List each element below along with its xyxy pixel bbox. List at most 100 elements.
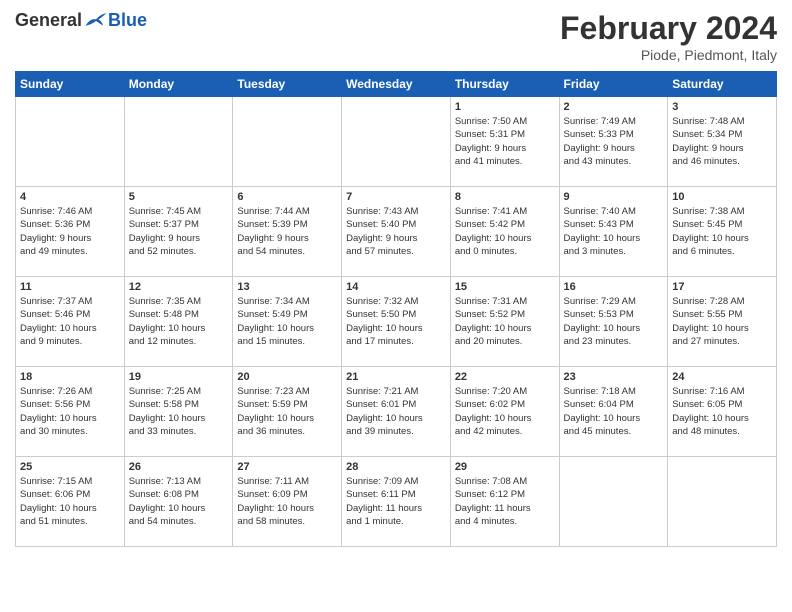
column-header-saturday: Saturday	[668, 72, 777, 97]
calendar-week-row: 4Sunrise: 7:46 AM Sunset: 5:36 PM Daylig…	[16, 187, 777, 277]
calendar-cell: 28 Sunrise: 7:09 AM Sunset: 6:11 PM Dayli…	[342, 457, 451, 547]
day-info: Sunrise: 7:50 AM Sunset: 5:31 PM Dayligh…	[455, 115, 555, 168]
day-info: Sunrise: 7:41 AM Sunset: 5:42 PM Dayligh…	[455, 205, 555, 258]
day-info: Sunrise: 7:23 AM Sunset: 5:59 PM Dayligh…	[237, 385, 337, 438]
day-number: 26	[129, 461, 229, 473]
calendar-cell: 2 Sunrise: 7:49 AM Sunset: 5:33 PM Daylig…	[559, 97, 668, 187]
calendar-cell: 26 Sunrise: 7:13 AM Sunset: 6:08 PM Dayli…	[124, 457, 233, 547]
day-number: 10	[672, 191, 772, 203]
calendar-cell	[559, 457, 668, 547]
day-info: Sunrise: 7:49 AM Sunset: 5:33 PM Dayligh…	[564, 115, 664, 168]
calendar-week-row: 25Sunrise: 7:15 AM Sunset: 6:06 PM Dayli…	[16, 457, 777, 547]
calendar-cell	[233, 97, 342, 187]
day-info: Sunrise: 7:26 AM Sunset: 5:56 PM Dayligh…	[20, 385, 120, 438]
day-info: Sunrise: 7:16 AM Sunset: 6:05 PM Dayligh…	[672, 385, 772, 438]
column-header-wednesday: Wednesday	[342, 72, 451, 97]
logo-general: General	[15, 10, 82, 31]
day-info: Sunrise: 7:34 AM Sunset: 5:49 PM Dayligh…	[237, 295, 337, 348]
day-info: Sunrise: 7:40 AM Sunset: 5:43 PM Dayligh…	[564, 205, 664, 258]
column-header-thursday: Thursday	[450, 72, 559, 97]
calendar-cell: 15 Sunrise: 7:31 AM Sunset: 5:52 PM Dayli…	[450, 277, 559, 367]
calendar-week-row: 18 Sunrise: 7:26 AM Sunset: 5:56 PM Dayli…	[16, 367, 777, 457]
day-number: 21	[346, 371, 446, 383]
day-number: 12	[129, 281, 229, 293]
day-info: Sunrise: 7:31 AM Sunset: 5:52 PM Dayligh…	[455, 295, 555, 348]
page-header: General Blue February 2024 Piode, Piedmo…	[15, 10, 777, 63]
calendar-cell: 10 Sunrise: 7:38 AM Sunset: 5:45 PM Dayli…	[668, 187, 777, 277]
calendar-cell: 1Sunrise: 7:50 AM Sunset: 5:31 PM Daylig…	[450, 97, 559, 187]
day-info: Sunrise: 7:18 AM Sunset: 6:04 PM Dayligh…	[564, 385, 664, 438]
calendar-cell	[16, 97, 125, 187]
day-info: Sunrise: 7:37 AM Sunset: 5:46 PM Dayligh…	[20, 295, 120, 348]
day-number: 18	[20, 371, 120, 383]
column-header-monday: Monday	[124, 72, 233, 97]
day-info: Sunrise: 7:13 AM Sunset: 6:08 PM Dayligh…	[129, 475, 229, 528]
calendar-cell: 25Sunrise: 7:15 AM Sunset: 6:06 PM Dayli…	[16, 457, 125, 547]
calendar-cell	[668, 457, 777, 547]
calendar-cell: 21Sunrise: 7:21 AM Sunset: 6:01 PM Dayli…	[342, 367, 451, 457]
day-number: 11	[20, 281, 120, 293]
logo: General Blue	[15, 10, 147, 31]
calendar-cell: 3 Sunrise: 7:48 AM Sunset: 5:34 PM Daylig…	[668, 97, 777, 187]
calendar-cell	[124, 97, 233, 187]
month-title: February 2024	[560, 10, 777, 47]
day-info: Sunrise: 7:09 AM Sunset: 6:11 PM Dayligh…	[346, 475, 446, 528]
day-info: Sunrise: 7:25 AM Sunset: 5:58 PM Dayligh…	[129, 385, 229, 438]
day-number: 13	[237, 281, 337, 293]
calendar-cell: 29 Sunrise: 7:08 AM Sunset: 6:12 PM Dayli…	[450, 457, 559, 547]
day-number: 5	[129, 191, 229, 203]
day-number: 28	[346, 461, 446, 473]
location-subtitle: Piode, Piedmont, Italy	[560, 47, 777, 63]
day-info: Sunrise: 7:48 AM Sunset: 5:34 PM Dayligh…	[672, 115, 772, 168]
day-info: Sunrise: 7:35 AM Sunset: 5:48 PM Dayligh…	[129, 295, 229, 348]
day-info: Sunrise: 7:28 AM Sunset: 5:55 PM Dayligh…	[672, 295, 772, 348]
day-number: 15	[455, 281, 555, 293]
day-info: Sunrise: 7:11 AM Sunset: 6:09 PM Dayligh…	[237, 475, 337, 528]
day-number: 19	[129, 371, 229, 383]
day-info: Sunrise: 7:08 AM Sunset: 6:12 PM Dayligh…	[455, 475, 555, 528]
day-info: Sunrise: 7:43 AM Sunset: 5:40 PM Dayligh…	[346, 205, 446, 258]
calendar-cell: 27Sunrise: 7:11 AM Sunset: 6:09 PM Dayli…	[233, 457, 342, 547]
calendar-table: SundayMondayTuesdayWednesdayThursdayFrid…	[15, 71, 777, 547]
day-info: Sunrise: 7:44 AM Sunset: 5:39 PM Dayligh…	[237, 205, 337, 258]
day-number: 14	[346, 281, 446, 293]
calendar-cell: 19 Sunrise: 7:25 AM Sunset: 5:58 PM Dayli…	[124, 367, 233, 457]
column-header-tuesday: Tuesday	[233, 72, 342, 97]
column-header-friday: Friday	[559, 72, 668, 97]
day-number: 22	[455, 371, 555, 383]
calendar-cell: 12 Sunrise: 7:35 AM Sunset: 5:48 PM Dayli…	[124, 277, 233, 367]
day-number: 3	[672, 101, 772, 113]
day-number: 25	[20, 461, 120, 473]
day-number: 9	[564, 191, 664, 203]
calendar-cell: 4Sunrise: 7:46 AM Sunset: 5:36 PM Daylig…	[16, 187, 125, 277]
calendar-cell: 11 Sunrise: 7:37 AM Sunset: 5:46 PM Dayli…	[16, 277, 125, 367]
calendar-cell: 16Sunrise: 7:29 AM Sunset: 5:53 PM Dayli…	[559, 277, 668, 367]
calendar-week-row: 11 Sunrise: 7:37 AM Sunset: 5:46 PM Dayli…	[16, 277, 777, 367]
calendar-cell: 18 Sunrise: 7:26 AM Sunset: 5:56 PM Dayli…	[16, 367, 125, 457]
calendar-cell: 23Sunrise: 7:18 AM Sunset: 6:04 PM Dayli…	[559, 367, 668, 457]
day-info: Sunrise: 7:46 AM Sunset: 5:36 PM Dayligh…	[20, 205, 120, 258]
day-number: 16	[564, 281, 664, 293]
day-info: Sunrise: 7:20 AM Sunset: 6:02 PM Dayligh…	[455, 385, 555, 438]
day-info: Sunrise: 7:38 AM Sunset: 5:45 PM Dayligh…	[672, 205, 772, 258]
calendar-cell: 6 Sunrise: 7:44 AM Sunset: 5:39 PM Daylig…	[233, 187, 342, 277]
day-number: 8	[455, 191, 555, 203]
calendar-cell: 7 Sunrise: 7:43 AM Sunset: 5:40 PM Daylig…	[342, 187, 451, 277]
calendar-cell: 5Sunrise: 7:45 AM Sunset: 5:37 PM Daylig…	[124, 187, 233, 277]
day-number: 6	[237, 191, 337, 203]
day-number: 17	[672, 281, 772, 293]
day-number: 7	[346, 191, 446, 203]
calendar-cell: 8 Sunrise: 7:41 AM Sunset: 5:42 PM Daylig…	[450, 187, 559, 277]
logo-bird-icon	[84, 11, 108, 31]
day-info: Sunrise: 7:32 AM Sunset: 5:50 PM Dayligh…	[346, 295, 446, 348]
calendar-cell: 13 Sunrise: 7:34 AM Sunset: 5:49 PM Dayli…	[233, 277, 342, 367]
column-header-sunday: Sunday	[16, 72, 125, 97]
day-number: 2	[564, 101, 664, 113]
calendar-header-row: SundayMondayTuesdayWednesdayThursdayFrid…	[16, 72, 777, 97]
day-number: 20	[237, 371, 337, 383]
day-number: 24	[672, 371, 772, 383]
calendar-week-row: 1Sunrise: 7:50 AM Sunset: 5:31 PM Daylig…	[16, 97, 777, 187]
calendar-cell: 20 Sunrise: 7:23 AM Sunset: 5:59 PM Dayli…	[233, 367, 342, 457]
day-number: 29	[455, 461, 555, 473]
calendar-cell: 24 Sunrise: 7:16 AM Sunset: 6:05 PM Dayli…	[668, 367, 777, 457]
